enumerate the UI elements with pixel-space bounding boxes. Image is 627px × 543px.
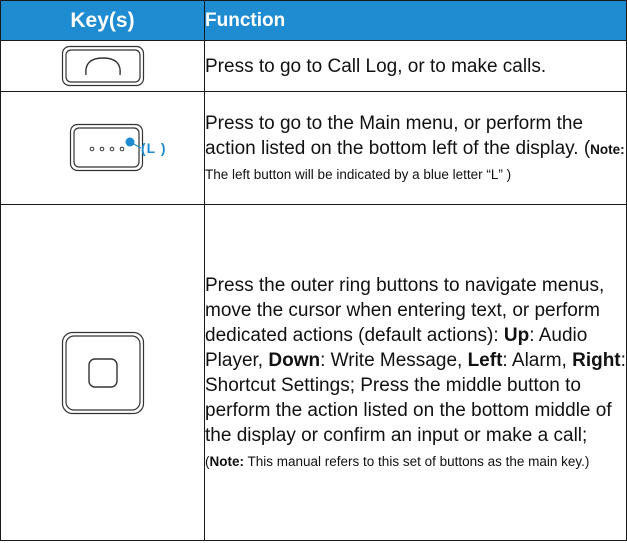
note-label: Note: <box>209 453 245 469</box>
function-cell: Press to go to Call Log, or to make call… <box>204 40 627 92</box>
note-text: The left button will be indicated by a b… <box>205 166 512 182</box>
function-cell: Press to go to the Main menu, or perform… <box>204 91 627 205</box>
up-label: Up <box>503 324 530 346</box>
main-key-icon <box>61 331 144 414</box>
left-indicator-label: (L ) <box>141 140 167 156</box>
note-label: Note: <box>590 141 625 157</box>
down-text: : Write Message, <box>320 349 468 371</box>
key-cell: (L ) <box>0 91 205 205</box>
right-label: Right <box>572 349 621 371</box>
function-text: Press to go to the Main menu, or perform… <box>205 112 591 159</box>
key-cell <box>0 204 205 541</box>
header-function: Function <box>204 0 627 41</box>
left-label: Left <box>467 349 503 371</box>
function-cell: Press the outer ring buttons to navigate… <box>204 204 627 541</box>
key-cell <box>0 40 205 92</box>
call-key-icon <box>61 45 144 87</box>
table-row-main-key: Press the outer ring buttons to navigate… <box>0 204 627 541</box>
table-row-call-key: Press to go to Call Log, or to make call… <box>0 40 627 92</box>
header-keys: Key(s) <box>0 0 205 41</box>
table-row-left-soft-key: (L ) Press to go to the Main menu, or pe… <box>0 91 627 205</box>
note-text: This manual refers to this set of button… <box>244 453 590 469</box>
left-text: : Alarm, <box>502 349 573 371</box>
left-soft-key-icon <box>69 123 144 172</box>
table-header: Key(s) Function <box>0 0 627 41</box>
keys-table: Key(s) Function Press to go to Call Log,… <box>0 0 627 541</box>
down-label: Down <box>268 349 321 371</box>
